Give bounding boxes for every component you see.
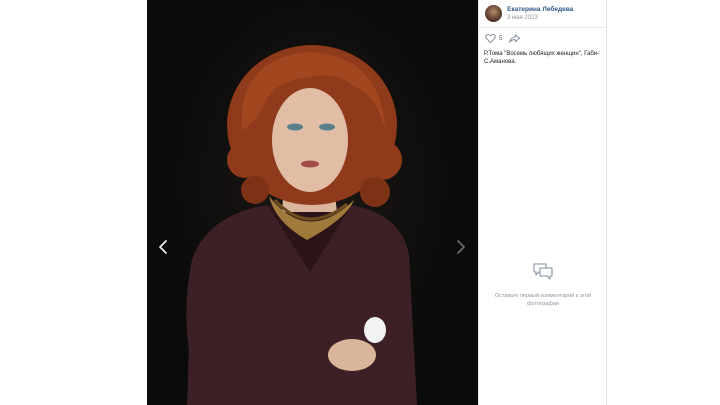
empty-comments-text: Оставьте первый комментарий к этой фотог… bbox=[494, 293, 592, 307]
chevron-left-icon bbox=[159, 240, 167, 254]
left-page-margin bbox=[0, 0, 147, 405]
heart-icon bbox=[485, 33, 496, 43]
chevron-right-icon bbox=[457, 240, 465, 254]
post-actions: 5 bbox=[485, 33, 520, 43]
right-page-margin bbox=[606, 0, 720, 405]
author-block: Екатерина Лебедева 3 мая 2023 bbox=[485, 5, 573, 22]
like-count: 5 bbox=[499, 34, 503, 42]
like-button[interactable]: 5 bbox=[485, 33, 509, 43]
author-name-link[interactable]: Екатерина Лебедева bbox=[507, 6, 573, 14]
post-date[interactable]: 3 мая 2023 bbox=[507, 14, 573, 22]
previous-photo-button[interactable] bbox=[154, 236, 172, 258]
photo-info-panel: Екатерина Лебедева 3 мая 2023 5 Р.Тома "… bbox=[478, 0, 606, 405]
photo-caption: Р.Тома "Восемь любящих женщин", Габи-С.А… bbox=[484, 51, 600, 65]
divider bbox=[479, 27, 606, 28]
share-icon bbox=[508, 33, 520, 43]
photo-portrait-illustration bbox=[186, 45, 417, 405]
comments-icon bbox=[533, 263, 553, 280]
next-photo-button[interactable] bbox=[452, 236, 470, 258]
photo[interactable] bbox=[147, 0, 478, 405]
empty-comments-state: Оставьте первый комментарий к этой фотог… bbox=[487, 262, 599, 308]
share-button[interactable] bbox=[508, 33, 520, 43]
avatar[interactable] bbox=[485, 5, 502, 22]
photo-viewer bbox=[147, 0, 478, 405]
